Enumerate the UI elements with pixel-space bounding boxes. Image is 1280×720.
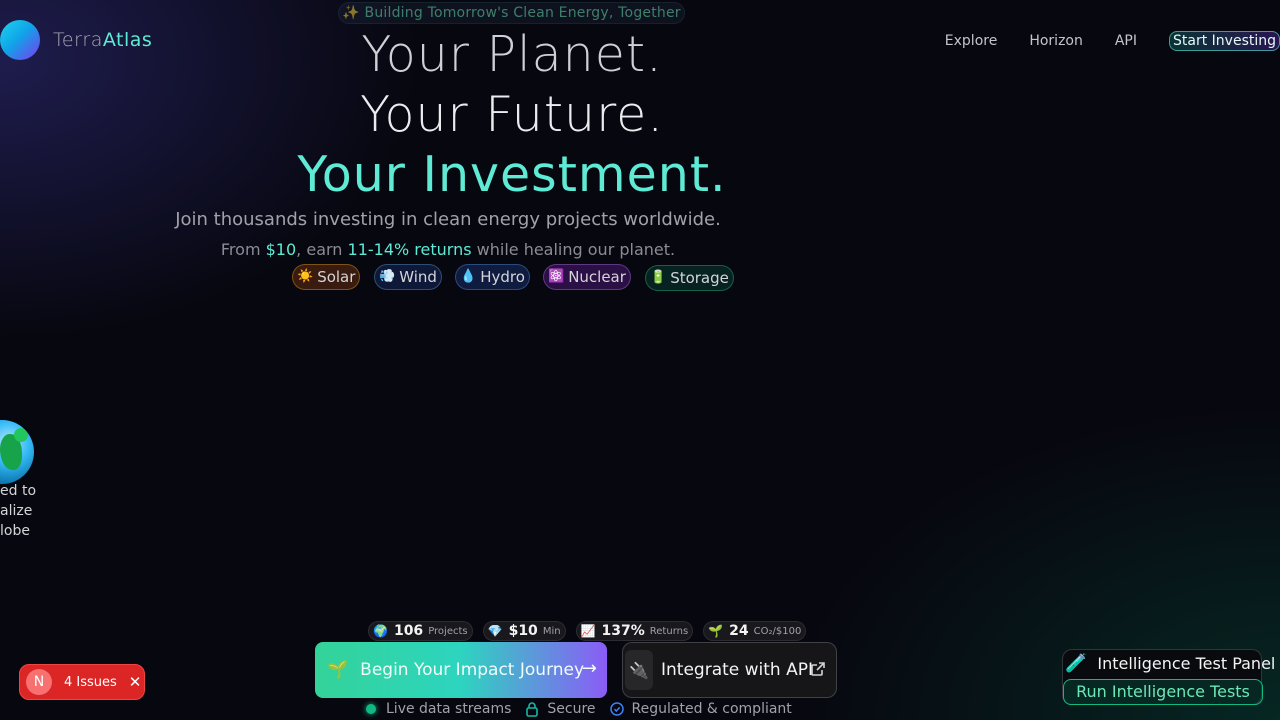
stat-co2: 🌱 24 CO₂/$100 [703, 621, 807, 641]
trust-secure-label: Secure [547, 701, 596, 717]
trust-live: Live data streams [366, 701, 511, 717]
issues-count[interactable]: 4 Issues [64, 675, 117, 690]
external-link-icon [811, 662, 825, 676]
category-chip-storage[interactable]: 🔋 Storage [645, 265, 734, 291]
seedling-icon: 🌱 [327, 660, 349, 680]
gem-icon: 💎 [487, 624, 503, 638]
hero-line-planet: Your Planet. [361, 26, 663, 83]
trust-regulated: Regulated & compliant [609, 701, 792, 717]
globe-caption-line3: lobe [0, 523, 30, 539]
stat-value: 137% [601, 623, 645, 639]
sun-icon: ☀️ [297, 269, 314, 284]
stat-value: 24 [729, 623, 749, 639]
test-tube-icon: 🧪 [1065, 653, 1088, 674]
run-intelligence-tests-button[interactable]: Run Intelligence Tests [1063, 679, 1263, 705]
globe-icon [0, 420, 34, 484]
start-investing-button[interactable]: Start Investing [1169, 31, 1280, 51]
stat-label: Min [542, 625, 561, 637]
nextjs-logo-icon: N [26, 669, 52, 695]
begin-impact-journey-button[interactable]: 🌱 Begin Your Impact Journey → [315, 642, 607, 698]
chip-label: Wind [399, 268, 437, 286]
intelligence-test-panel: 🧪 Intelligence Test Panel Run Intelligen… [1062, 649, 1275, 705]
check-circle-icon [609, 702, 624, 716]
stat-returns: 📈 137% Returns [575, 621, 694, 641]
category-chip-wind[interactable]: 💨 Wind [374, 264, 442, 290]
hero-line-investment: Your Investment. [297, 146, 727, 203]
secondary-button-label: Integrate with API [661, 660, 814, 680]
returns-range: 11-14% returns [347, 240, 472, 259]
globe-stat-icon: 🌍 [373, 624, 388, 638]
category-chip-nuclear[interactable]: ⚛️ Nuclear [543, 264, 631, 290]
category-chip-hydro[interactable]: 💧 Hydro [455, 264, 530, 290]
trust-regulated-label: Regulated & compliant [631, 701, 792, 717]
close-icon[interactable]: ✕ [129, 673, 142, 691]
nav-link-api[interactable]: API [1115, 33, 1137, 49]
panel-header: 🧪 Intelligence Test Panel [1065, 653, 1275, 674]
hero-line-future: Your Future. [360, 86, 664, 143]
stat-label: Projects [428, 625, 468, 637]
chip-label: Solar [317, 268, 356, 286]
stat-label: Returns [649, 625, 689, 637]
seedling-icon: 🌱 [708, 624, 724, 638]
plug-icon: 🔌 [625, 650, 653, 690]
trust-live-label: Live data streams [386, 701, 512, 717]
chip-label: Nuclear [568, 268, 626, 286]
hero-banner: ✨ Building Tomorrow's Clean Energy, Toge… [338, 2, 685, 24]
chip-label: Storage [670, 269, 729, 287]
globe-caption-line2: alize [0, 503, 33, 519]
hero-subtitle: Join thousands investing in clean energy… [175, 209, 721, 230]
returns-post: while healing our planet. [471, 240, 676, 259]
min-amount: $10 [265, 240, 297, 259]
wind-icon: 💨 [379, 269, 396, 284]
arrow-right-icon: → [581, 658, 597, 679]
globe-caption-line1: ed to [0, 483, 37, 499]
primary-button-label: Begin Your Impact Journey [360, 660, 585, 680]
stats-row: 🌍 106 Projects 💎 $10 Min 📈 137% Returns … [368, 621, 816, 641]
globe-fallback-text: ed to alize lobe [0, 481, 36, 541]
battery-icon: 🔋 [650, 270, 667, 285]
returns-pre: From [220, 240, 266, 259]
chart-up-icon: 📈 [580, 624, 596, 638]
returns-mid: , earn [296, 240, 348, 259]
stat-min: 💎 $10 Min [482, 621, 566, 641]
lock-icon [526, 702, 539, 717]
trust-secure: Secure [525, 701, 596, 717]
stat-label: CO₂/$100 [753, 625, 802, 637]
atom-icon: ⚛️ [548, 269, 565, 284]
trust-row: Live data streams Secure Regulated & com… [366, 701, 806, 717]
chip-label: Hydro [480, 268, 525, 286]
nav-link-horizon[interactable]: Horizon [1029, 33, 1083, 49]
stat-value: 106 [393, 623, 424, 639]
issues-indicator[interactable]: N 4 Issues ✕ [19, 664, 145, 700]
category-chip-solar[interactable]: ☀️ Solar [292, 264, 361, 290]
integrate-api-button[interactable]: 🔌 Integrate with API [622, 642, 837, 698]
live-dot-icon [366, 704, 376, 714]
panel-title: Intelligence Test Panel [1097, 654, 1276, 673]
droplet-icon: 💧 [460, 269, 477, 284]
hero-returns-line: From $10, earn 11-14% returns while heal… [0, 240, 896, 259]
stat-projects: 🌍 106 Projects [368, 621, 473, 641]
stat-value: $10 [508, 623, 538, 639]
